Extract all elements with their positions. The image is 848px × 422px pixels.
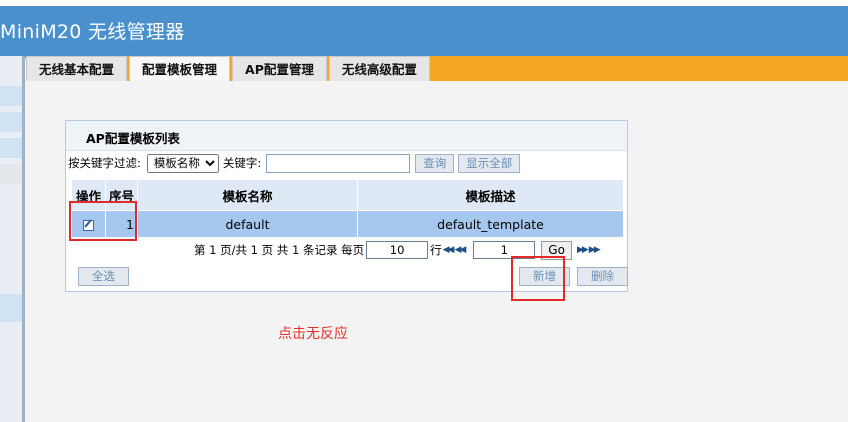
tab-list: 无线基本配置 配置模板管理 AP配置管理 无线高级配置 [26,56,432,81]
row-template-desc: default_template [357,210,624,238]
header-index: 序号 [105,179,138,211]
filter-field-select[interactable]: 模板名称 [146,153,219,173]
annotation-note: 点击无反应 [278,326,348,342]
row-template-name: default [137,210,358,238]
sidebar-item[interactable] [0,138,22,158]
goto-page-input[interactable] [473,241,536,259]
tab-wireless-basic-config[interactable]: 无线基本配置 [26,56,128,81]
per-page-input[interactable] [366,241,429,259]
edit-icon[interactable] [83,219,94,231]
pager-current-page: 1 [209,243,217,257]
row-operation-cell [71,210,106,238]
add-button[interactable]: 新增 [519,267,570,286]
panel-header: AP配置模板列表 [66,121,627,151]
pager: 第 1 页/共 1 页 共 1 条记录 每页 行 ◀◀ ◀◀ Go ▶▶ ▶▶ [194,240,601,260]
filter-label: 按关键字过滤: [68,156,141,170]
pager-prefix: 第 [194,243,206,257]
sidebar-item[interactable] [0,112,22,132]
table-header-row: 操作 序号 模板名称 模板描述 [71,179,624,211]
row-index: 1 [105,210,138,238]
header-operation: 操作 [71,179,106,211]
header-template-name: 模板名称 [137,179,358,211]
template-table: 操作 序号 模板名称 模板描述 1 default default_templa… [71,179,624,238]
right-actions: 新增 删除 [519,267,632,287]
search-button[interactable]: 查询 [415,153,455,173]
delete-button[interactable]: 删除 [577,267,628,286]
sidebar-item[interactable] [0,86,22,106]
app-header: MiniM20 无线管理器 [0,6,848,58]
filter-bar: 按关键字过滤: 模板名称 关键字: 查询 显示全部 [68,152,524,174]
tab-template-management[interactable]: 配置模板管理 [129,56,231,81]
keyword-label: 关键字: [222,156,262,170]
first-page-icon[interactable]: ◀◀ [443,245,455,255]
pager-text-1: 页/共 [220,243,248,257]
show-all-button[interactable]: 显示全部 [458,153,521,173]
last-page-icon[interactable]: ▶▶ [589,245,601,255]
prev-page-icon[interactable]: ◀◀ [454,245,466,255]
select-all-button[interactable]: 全选 [78,267,129,286]
tab-ap-config-management[interactable]: AP配置管理 [232,56,327,81]
app-title: MiniM20 无线管理器 [0,21,185,43]
keyword-input[interactable] [266,153,411,173]
next-page-icon[interactable]: ▶▶ [577,245,589,255]
sidebar-item[interactable] [0,294,22,322]
pager-row-unit: 行 [430,243,442,257]
pager-total-pages: 1 [250,243,258,257]
pager-total-records: 1 [291,243,300,257]
pager-text-2: 页 共 [261,243,289,257]
left-actions: 全选 [78,267,133,287]
sidebar-item[interactable] [0,164,22,184]
left-sidebar [0,56,25,422]
pager-text-3: 条记录 每页 [302,243,365,257]
go-button[interactable]: Go [541,240,572,260]
header-template-desc: 模板描述 [357,179,624,211]
panel-title: AP配置模板列表 [86,131,180,146]
template-list-panel: AP配置模板列表 按关键字过滤: 模板名称 关键字: 查询 显示全部 操作 序号… [65,120,628,292]
table-row[interactable]: 1 default default_template [71,210,624,238]
tab-wireless-advanced-config[interactable]: 无线高级配置 [328,56,430,81]
